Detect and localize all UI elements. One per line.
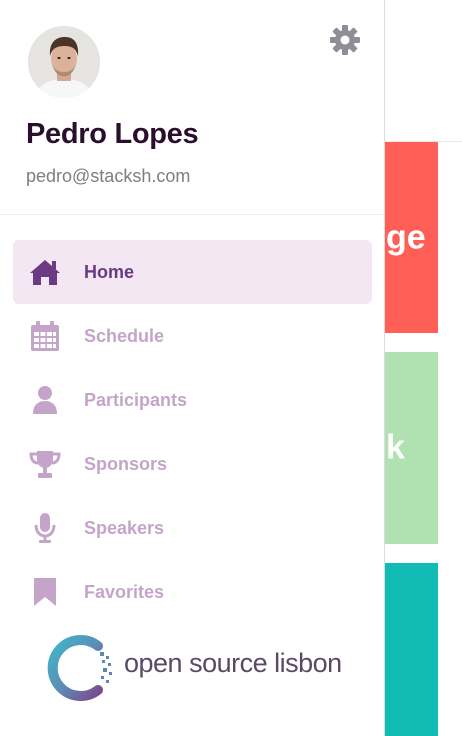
home-icon (28, 255, 62, 289)
open-source-lisbon-logo: open source lisbon (46, 632, 346, 704)
nav-item-participants[interactable]: Participants (13, 368, 372, 432)
user-icon (28, 383, 62, 417)
divider (0, 214, 384, 215)
nav-item-sponsors[interactable]: Sponsors (13, 432, 372, 496)
user-name: Pedro Lopes (26, 118, 199, 150)
nav-item-home[interactable]: Home (13, 240, 372, 304)
trophy-icon (28, 447, 62, 481)
bookmark-icon (28, 575, 62, 609)
background-card-2-text: k (386, 428, 405, 467)
nav-item-speakers[interactable]: Speakers (13, 496, 372, 560)
navigation-drawer: Pedro Lopes pedro@stacksh.com Home Sched… (0, 0, 385, 736)
gear-icon[interactable] (329, 24, 361, 56)
nav-menu: Home Schedule Participants Sponsors Spea… (13, 240, 372, 624)
nav-item-schedule[interactable]: Schedule (13, 304, 372, 368)
nav-item-favorites[interactable]: Favorites (13, 560, 372, 624)
nav-label-speakers: Speakers (84, 517, 165, 538)
avatar[interactable] (28, 26, 100, 98)
nav-label-favorites: Favorites (84, 581, 165, 602)
user-email: pedro@stacksh.com (26, 166, 191, 186)
nav-label-sponsors: Sponsors (84, 453, 168, 474)
microphone-icon (28, 511, 62, 545)
nav-label-schedule: Schedule (84, 325, 165, 346)
background-card-1-text: ge (386, 218, 426, 256)
calendar-icon (28, 319, 62, 353)
nav-label-participants: Participants (84, 389, 188, 410)
nav-label-home: Home (84, 261, 135, 282)
logo-text: open source lisbon (124, 648, 342, 678)
